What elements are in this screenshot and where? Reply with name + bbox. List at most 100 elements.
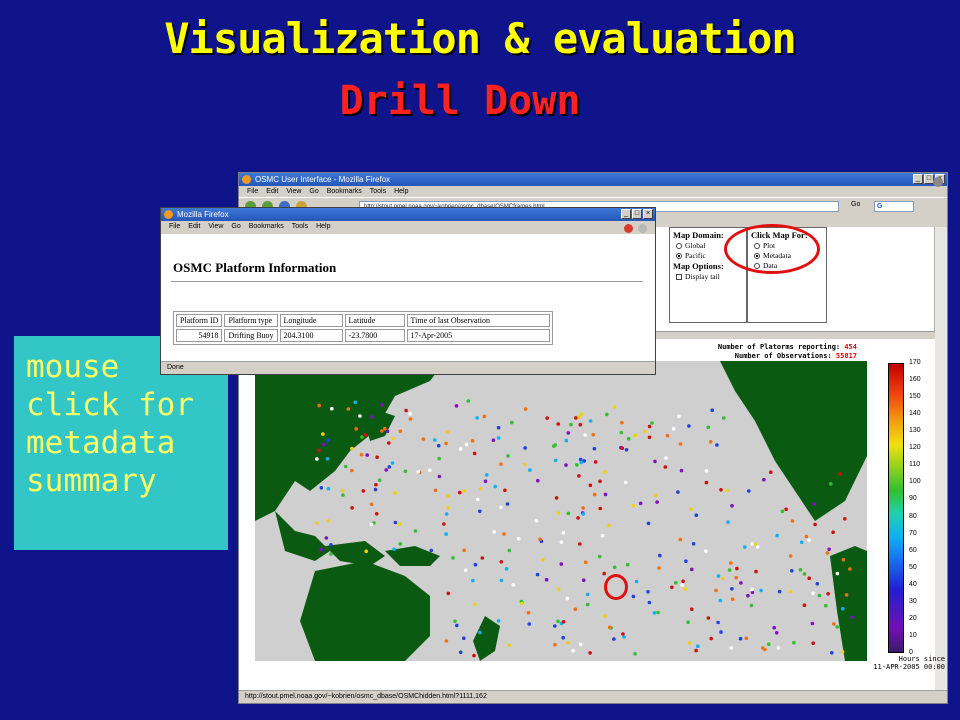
platform-dot[interactable] [807,576,811,580]
platform-dot[interactable] [647,435,652,440]
platform-dot[interactable] [647,424,652,429]
platform-dot[interactable] [470,439,475,443]
platform-dot[interactable] [480,556,485,560]
platform-dot[interactable] [387,465,392,469]
platform-dot[interactable] [523,407,528,411]
platform-dot[interactable] [656,610,660,615]
platform-dot[interactable] [505,502,510,506]
platform-dot[interactable] [573,607,578,611]
menu-view[interactable]: View [286,186,301,197]
platform-dot[interactable] [612,565,617,570]
platform-dot[interactable] [802,572,807,576]
platform-dot[interactable] [588,483,593,488]
platform-dot[interactable] [777,589,782,594]
platform-dot[interactable] [522,462,527,467]
platform-dot[interactable] [603,470,607,474]
platform-dot[interactable] [746,593,750,598]
platform-dot[interactable] [375,455,379,459]
platform-dot[interactable] [674,581,678,585]
platform-dot[interactable] [373,487,378,492]
platform-dot[interactable] [620,420,624,425]
platform-dot[interactable] [520,601,524,606]
platform-dot[interactable] [360,435,364,439]
platform-dot[interactable] [321,442,326,447]
platform-dot[interactable] [536,478,540,483]
platform-dot[interactable] [454,404,459,408]
platform-dot[interactable] [553,642,557,647]
popup-titlebar[interactable]: Mozilla Firefox _ □ × [161,208,655,221]
platform-dot[interactable] [619,430,624,435]
platform-dot[interactable] [319,547,323,552]
platform-dot[interactable] [646,521,651,526]
platform-dot[interactable] [835,625,839,629]
platform-dot[interactable] [592,492,597,497]
platform-dot[interactable] [503,488,507,493]
display-tail-checkbox[interactable]: Display tail [676,272,743,281]
platform-dot[interactable] [807,538,811,542]
platform-dot[interactable] [755,545,760,549]
platform-dot[interactable] [561,530,566,535]
platform-dot[interactable] [578,642,583,647]
platform-dot[interactable] [581,512,586,516]
platform-dot[interactable] [798,568,803,572]
platform-dot[interactable] [444,639,449,643]
platform-dot[interactable] [499,578,504,583]
platform-dot[interactable] [704,549,708,553]
platform-dot[interactable] [841,606,845,611]
platform-dot[interactable] [678,537,683,542]
platform-dot[interactable] [775,533,779,538]
platform-dot[interactable] [569,422,573,427]
platform-dot[interactable] [581,578,586,582]
platform-dot[interactable] [650,421,654,425]
platform-dot[interactable] [747,489,751,493]
platform-dot[interactable] [719,488,723,492]
platform-dot[interactable] [704,480,709,485]
platform-dot[interactable] [496,619,501,623]
platform-dot[interactable] [492,530,496,534]
platform-dot[interactable] [815,582,820,586]
menu-tools[interactable]: Tools [292,221,308,232]
platform-dot[interactable] [359,452,364,457]
platform-dot[interactable] [444,512,449,516]
platform-dot[interactable] [670,585,674,590]
platform-dot[interactable] [502,532,506,536]
platform-dot[interactable] [390,461,395,465]
platform-dot[interactable] [603,492,608,497]
platform-dot[interactable] [507,548,512,553]
platform-dot[interactable] [483,479,488,483]
platform-dot[interactable] [510,420,514,425]
platform-dot[interactable] [574,416,578,420]
platform-dot[interactable] [750,542,754,546]
platform-dot[interactable] [453,619,457,624]
platform-dot[interactable] [451,556,455,560]
platform-dot[interactable] [687,641,692,645]
platform-dot[interactable] [583,433,588,437]
platform-dot[interactable] [526,610,531,615]
platform-dot[interactable] [620,446,625,450]
platform-dot[interactable] [358,414,362,418]
platform-dot[interactable] [472,451,477,456]
platform-dot[interactable] [317,403,321,408]
platform-dot[interactable] [556,619,560,624]
platform-dot[interactable] [326,438,330,443]
platform-dot[interactable] [665,433,670,438]
platform-dot[interactable] [720,576,725,581]
platform-dot[interactable] [812,502,817,506]
platform-dot[interactable] [511,583,516,587]
platform-dot[interactable] [679,468,684,473]
platform-dot[interactable] [535,572,540,577]
platform-dot[interactable] [709,636,713,641]
platform-dot[interactable] [829,482,833,486]
platform-dot[interactable] [591,432,595,437]
platform-dot[interactable] [612,405,617,409]
platform-dot[interactable] [744,636,749,641]
platform-dot[interactable] [598,479,602,484]
platform-dot[interactable] [408,412,412,416]
platform-dot[interactable] [576,516,580,520]
platform-dot[interactable] [482,414,487,419]
pacific-map[interactable] [255,361,867,661]
platform-dot[interactable] [772,625,776,630]
platform-dot[interactable] [719,630,723,634]
platform-dot[interactable] [374,482,378,487]
platform-dot[interactable] [729,646,734,650]
